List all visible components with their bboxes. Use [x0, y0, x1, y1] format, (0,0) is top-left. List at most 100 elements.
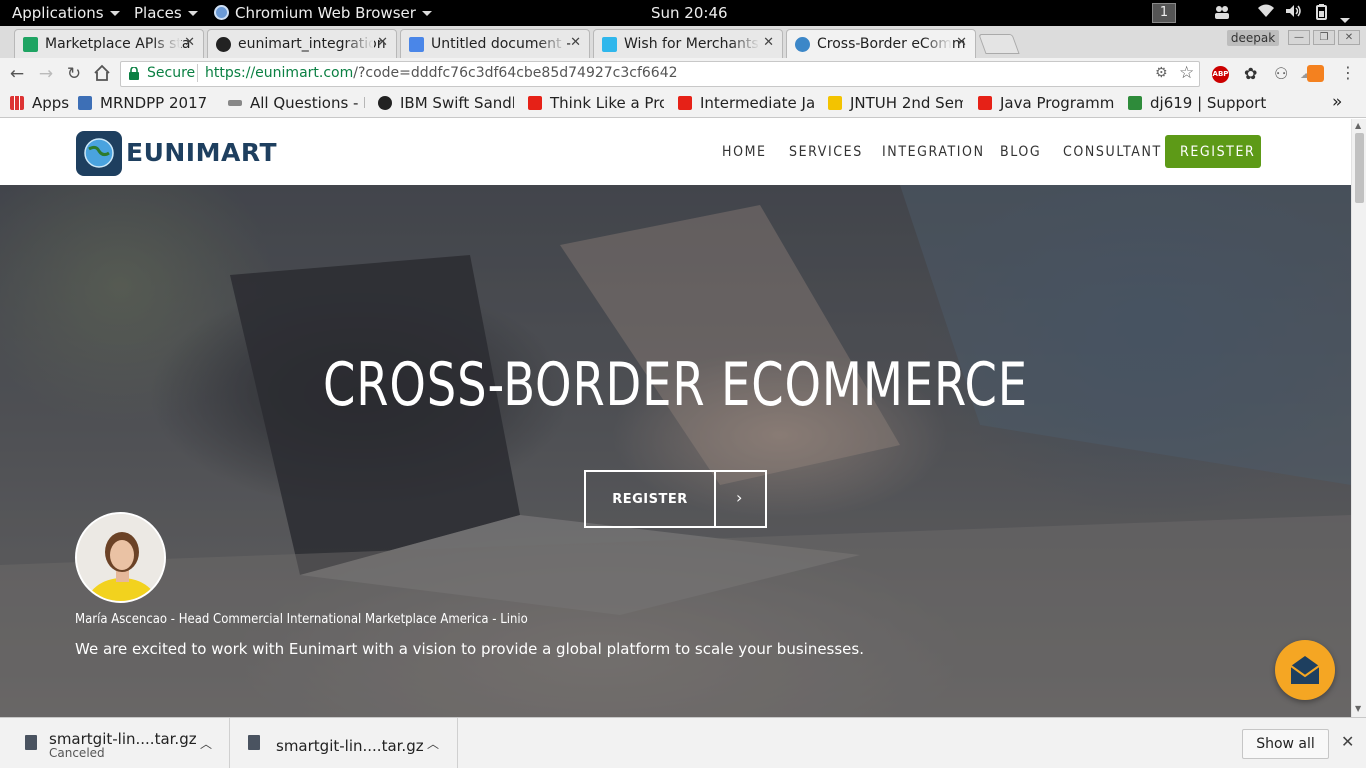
- scrollbar-thumb[interactable]: [1355, 133, 1364, 203]
- nav-register-button[interactable]: REGISTER: [1165, 135, 1261, 168]
- new-tab-button[interactable]: [978, 34, 1020, 54]
- tab-fade: [344, 30, 374, 58]
- github-icon: [216, 37, 231, 52]
- youtube-icon: [528, 96, 542, 110]
- bookmark-favicon-icon: [78, 96, 92, 110]
- apps-grid-icon: [10, 96, 24, 110]
- bookmark-label: JNTUH 2nd Sem: [850, 94, 963, 112]
- bookmark-star-icon[interactable]: ☆: [1179, 63, 1194, 83]
- nav-blog[interactable]: BLOG: [1000, 144, 1041, 160]
- battery-icon[interactable]: [1314, 4, 1330, 24]
- chevron-down-icon: [421, 11, 432, 16]
- applications-label: Applications: [12, 4, 104, 22]
- adblock-icon[interactable]: ABP: [1212, 66, 1229, 83]
- sheets-icon: [23, 37, 38, 52]
- people-icon[interactable]: [1213, 4, 1231, 24]
- bookmark-jntuh[interactable]: JNTUH 2nd Sem: [828, 94, 963, 112]
- bookmark-favicon-icon: [228, 100, 242, 106]
- tab-wish[interactable]: Wish for Merchants ✕: [593, 29, 783, 58]
- hero-register-label: REGISTER: [612, 492, 688, 507]
- nav-services[interactable]: SERVICES: [789, 144, 863, 160]
- close-icon[interactable]: ✕: [763, 35, 774, 50]
- site-settings-icon[interactable]: ⚙: [1155, 65, 1168, 81]
- tab-eunimart[interactable]: Cross-Border eComm ✕: [786, 29, 976, 58]
- lock-icon: [129, 66, 139, 80]
- close-icon[interactable]: ✕: [570, 35, 581, 50]
- forward-button[interactable]: →: [36, 64, 56, 84]
- bookmark-all-questions[interactable]: All Questions - M: [228, 94, 365, 112]
- file-icon: [248, 735, 260, 750]
- places-menu[interactable]: Places: [134, 4, 198, 22]
- bookmark-label: All Questions - M: [250, 94, 365, 112]
- reload-button[interactable]: ↻: [64, 64, 84, 84]
- app-menu[interactable]: Chromium Web Browser: [214, 4, 432, 22]
- scroll-down-icon[interactable]: ▼: [1355, 704, 1361, 713]
- wifi-icon[interactable]: [1258, 4, 1274, 22]
- extension-gamepad-icon[interactable]: ⚇: [1274, 64, 1288, 83]
- url-text: https://eunimart.com/?code=dddfc76c3df64…: [205, 65, 678, 81]
- close-shelf-icon[interactable]: ✕: [1341, 732, 1354, 751]
- download-shelf: smartgit-lin....tar.gz Canceled ︿ smartg…: [0, 717, 1366, 768]
- bookmark-apps[interactable]: Apps: [10, 94, 69, 112]
- home-button[interactable]: [92, 64, 112, 84]
- avatar: [75, 512, 166, 603]
- browser-menu-icon[interactable]: ⋮: [1340, 63, 1356, 82]
- extension-icon[interactable]: ✿: [1244, 64, 1257, 83]
- bookmark-dj619[interactable]: dj619 | Support C: [1128, 94, 1266, 112]
- testimonial-text: We are excited to work with Eunimart wit…: [75, 640, 864, 658]
- bookmark-ibm-swift[interactable]: IBM Swift Sandbo: [378, 94, 514, 112]
- address-bar[interactable]: Secure https://eunimart.com/?code=dddfc7…: [120, 61, 1200, 87]
- back-button[interactable]: ←: [7, 64, 27, 84]
- applications-menu[interactable]: Applications: [12, 4, 120, 22]
- url-host: https://eunimart.com: [205, 65, 354, 81]
- tab-docs[interactable]: Untitled document - ✕: [400, 29, 590, 58]
- quote-author: María Ascencao - Head Commercial Interna…: [75, 612, 528, 627]
- eunimart-logo-icon[interactable]: [76, 131, 122, 176]
- browser-toolbar: ← → ↻ Secure https://eunimart.com/?code=…: [0, 58, 1366, 90]
- download-item[interactable]: smartgit-lin....tar.gz Canceled ︿: [0, 718, 230, 768]
- extension-orange-icon[interactable]: [1307, 65, 1324, 82]
- nav-home[interactable]: HOME: [722, 144, 767, 160]
- bookmarks-overflow-icon[interactable]: »: [1332, 92, 1342, 112]
- show-all-button[interactable]: Show all: [1242, 729, 1329, 759]
- chevron-up-icon[interactable]: ︿: [200, 735, 212, 752]
- clock[interactable]: Sun 20:46: [651, 4, 728, 22]
- bookmark-label: Apps: [32, 94, 70, 112]
- close-icon[interactable]: ✕: [956, 35, 967, 50]
- maximize-button[interactable]: ❐: [1313, 30, 1335, 45]
- close-icon[interactable]: ✕: [377, 35, 388, 50]
- bookmark-mrndpp[interactable]: MRNDPP 2017 (: [78, 94, 212, 112]
- tab-fade: [537, 30, 567, 58]
- profile-badge[interactable]: deepak: [1227, 30, 1279, 46]
- close-icon[interactable]: ✕: [184, 35, 195, 50]
- bookmark-think-like[interactable]: Think Like a Progr: [528, 94, 664, 112]
- button-divider: [714, 472, 716, 526]
- download-filename: smartgit-lin....tar.gz: [276, 737, 424, 755]
- minimize-button[interactable]: —: [1288, 30, 1310, 45]
- hero-register-button[interactable]: REGISTER ›: [584, 470, 767, 528]
- logo-text[interactable]: EUNIMART: [126, 138, 277, 167]
- scroll-up-icon[interactable]: ▲: [1355, 121, 1361, 130]
- chromium-icon: [214, 5, 229, 20]
- page-scrollbar[interactable]: ▲ ▼: [1351, 119, 1366, 717]
- volume-icon[interactable]: [1285, 4, 1303, 22]
- tab-github[interactable]: eunimart_integration ✕: [207, 29, 397, 58]
- bookmark-java-programming[interactable]: Java Programming: [978, 94, 1115, 112]
- bookmark-favicon-icon: [378, 96, 392, 110]
- tab-marketplace-apis[interactable]: Marketplace APIs sta ✕: [14, 29, 204, 58]
- chevron-right-icon: ›: [736, 488, 743, 507]
- window-close-button[interactable]: ✕: [1338, 30, 1360, 45]
- chat-button[interactable]: [1275, 640, 1335, 700]
- chevron-up-icon[interactable]: ︿: [427, 735, 439, 752]
- bookmark-intermediate-java[interactable]: Intermediate Java: [678, 94, 815, 112]
- bookmark-label: IBM Swift Sandbo: [400, 94, 514, 112]
- download-item[interactable]: smartgit-lin....tar.gz ︿: [230, 718, 458, 768]
- nav-consultant[interactable]: CONSULTANT: [1063, 144, 1162, 160]
- url-path: /?code=dddfc76c3df64cbe85d74927c3cf6642: [353, 65, 678, 81]
- docs-icon: [409, 37, 424, 52]
- chevron-down-icon: [109, 11, 120, 16]
- hero-background-image: [0, 185, 1351, 717]
- workspace-indicator[interactable]: 1: [1152, 3, 1176, 23]
- nav-integration[interactable]: INTEGRATION: [882, 144, 985, 160]
- file-icon: [25, 735, 37, 750]
